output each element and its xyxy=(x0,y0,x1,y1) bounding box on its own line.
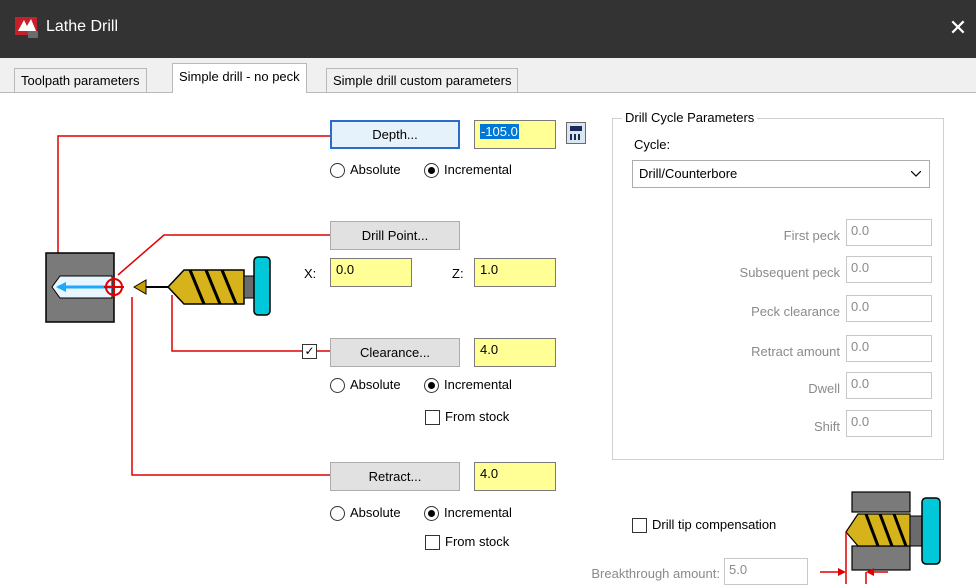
z-label: Z: xyxy=(452,266,464,281)
drill-bit xyxy=(166,256,271,316)
depth-value: -105.0 xyxy=(480,124,519,139)
cycle-value: Drill/Counterbore xyxy=(639,166,738,181)
clearance-absolute-label: Absolute xyxy=(350,377,401,392)
retract-from-stock-checkbox[interactable] xyxy=(425,535,440,550)
depth-value-field[interactable]: -105.0 xyxy=(474,120,556,149)
retract-incremental-label: Incremental xyxy=(444,505,512,520)
retract-absolute-label: Absolute xyxy=(350,505,401,520)
breakthrough-amount-label: Breakthrough amount: xyxy=(591,566,720,581)
depth-incremental-label: Incremental xyxy=(444,162,512,177)
chevron-down-icon xyxy=(911,171,921,177)
retract-incremental-radio[interactable] xyxy=(424,506,439,521)
depth-absolute-label: Absolute xyxy=(350,162,401,177)
shift-field[interactable]: 0.0 xyxy=(846,410,932,437)
cycle-dropdown[interactable]: Drill/Counterbore xyxy=(632,160,930,188)
clearance-field[interactable]: 4.0 xyxy=(474,338,556,367)
depth-absolute-radio[interactable] xyxy=(330,163,345,178)
depth-incremental-radio[interactable] xyxy=(424,163,439,178)
drill-point-button[interactable]: Drill Point... xyxy=(330,221,460,250)
subsequent-peck-label: Subsequent peck xyxy=(739,265,840,280)
workpiece xyxy=(45,252,115,323)
x-field[interactable]: 0.0 xyxy=(330,258,412,287)
clearance-incremental-radio[interactable] xyxy=(424,378,439,393)
tab-simple-drill-no-peck[interactable]: Simple drill - no peck xyxy=(172,63,307,93)
tab-simple-drill-custom-parameters[interactable]: Simple drill custom parameters xyxy=(326,68,519,92)
cycle-label: Cycle: xyxy=(634,137,671,152)
clearance-from-stock-label: From stock xyxy=(445,409,510,424)
retract-absolute-radio[interactable] xyxy=(330,506,345,521)
clearance-absolute-radio[interactable] xyxy=(330,378,345,393)
close-button[interactable]: ✕ xyxy=(944,14,972,42)
clearance-checkbox[interactable]: ✓ xyxy=(302,344,317,359)
subsequent-peck-field[interactable]: 0.0 xyxy=(846,256,932,283)
drill-tip-compensation-label: Drill tip compensation xyxy=(652,517,777,532)
drill-cycle-group-title: Drill Cycle Parameters xyxy=(622,110,758,125)
feed-arrow xyxy=(133,279,170,295)
peck-clearance-label: Peck clearance xyxy=(751,304,840,319)
title-bar xyxy=(0,0,976,58)
dwell-field[interactable]: 0.0 xyxy=(846,372,932,399)
mastercam-lathe-icon xyxy=(15,17,38,38)
clearance-from-stock-checkbox[interactable] xyxy=(425,410,440,425)
retract-button[interactable]: Retract... xyxy=(330,462,460,491)
drill-tip-compensation-checkbox[interactable] xyxy=(632,518,647,533)
clearance-button[interactable]: Clearance... xyxy=(330,338,460,367)
retract-amount-label: Retract amount xyxy=(751,344,840,359)
peck-clearance-field[interactable]: 0.0 xyxy=(846,295,932,322)
z-field[interactable]: 1.0 xyxy=(474,258,556,287)
first-peck-field[interactable]: 0.0 xyxy=(846,219,932,246)
drill-tip-diagram xyxy=(820,491,941,584)
retract-amount-field[interactable]: 0.0 xyxy=(846,335,932,362)
breakthrough-amount-field[interactable]: 5.0 xyxy=(724,558,808,585)
shift-label: Shift xyxy=(813,419,840,434)
first-peck-label: First peck xyxy=(783,228,840,243)
clearance-incremental-label: Incremental xyxy=(444,377,512,392)
x-label: X: xyxy=(304,266,317,281)
dwell-label: Dwell xyxy=(808,381,840,396)
calculator-icon[interactable] xyxy=(566,122,586,144)
window-title: Lathe Drill xyxy=(46,18,119,35)
retract-from-stock-label: From stock xyxy=(445,534,510,549)
tab-toolpath-parameters[interactable]: Toolpath parameters xyxy=(14,68,147,92)
depth-button[interactable]: Depth... xyxy=(330,120,460,149)
retract-field[interactable]: 4.0 xyxy=(474,462,556,491)
